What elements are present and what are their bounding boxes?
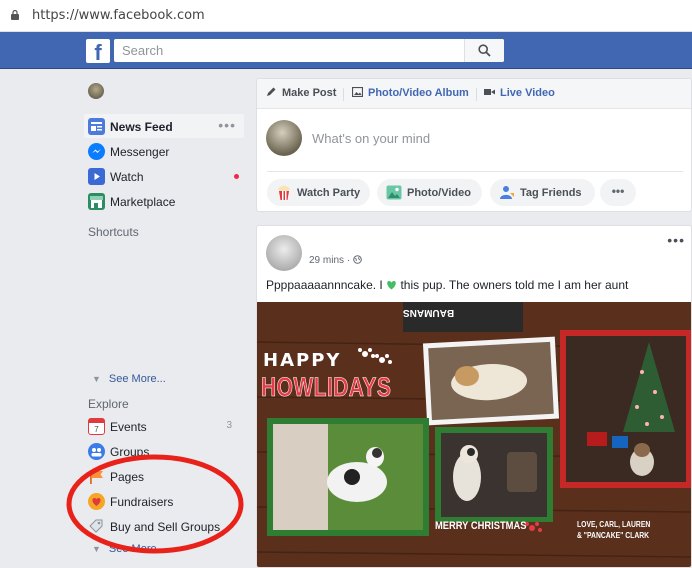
sidebar-item-label: Groups xyxy=(110,445,150,459)
sidebar-item-groups[interactable]: Groups xyxy=(84,439,244,463)
card-signature-line-1: LOVE, CARL, LAUREN xyxy=(577,520,651,529)
sidebar-item-marketplace[interactable]: Marketplace xyxy=(84,189,244,213)
sidebar-item-label: Pages xyxy=(110,470,145,484)
post-options-button[interactable]: ••• xyxy=(667,232,685,248)
see-more-label: See More... xyxy=(108,543,166,555)
composer-divider xyxy=(267,171,683,172)
sidebar-item-label: Marketplace xyxy=(110,195,176,209)
tab-live-video[interactable]: Live Video xyxy=(484,87,555,99)
see-more-link-explore[interactable]: ▼ See More... xyxy=(92,543,166,555)
messenger-icon xyxy=(88,143,105,160)
watch-party-button[interactable]: Watch Party xyxy=(267,179,370,206)
tag-icon xyxy=(88,518,105,535)
photo-icon xyxy=(386,185,402,200)
groups-icon xyxy=(88,443,105,460)
card-title-text: HOWLIDAYS xyxy=(261,372,392,403)
photo-video-label: Photo/Video xyxy=(407,187,471,199)
tab-divider xyxy=(476,88,477,101)
card-signature-line-2: & "PANCAKE" CLARK xyxy=(577,531,650,540)
sidebar-item-label: Messenger xyxy=(110,145,170,159)
album-icon xyxy=(352,87,363,97)
calendar-icon: 7 xyxy=(88,418,105,435)
green-heart-icon xyxy=(387,281,396,290)
status-input[interactable]: What's on your mind xyxy=(312,131,430,146)
lock-icon xyxy=(11,10,19,20)
news-feed-options-button[interactable]: ••• xyxy=(218,117,236,133)
post-text-part: Ppppaaaaannncake. I xyxy=(266,278,387,292)
search-input[interactable]: Search xyxy=(122,43,163,58)
post-composer: Make Post Photo/Video Album Live Video W… xyxy=(256,78,692,212)
post-timestamp[interactable]: 29 mins · xyxy=(309,255,362,266)
pencil-icon xyxy=(267,87,276,96)
globe-icon xyxy=(353,255,362,264)
chevron-down-icon: ▼ xyxy=(92,544,101,554)
sidebar-item-news-feed[interactable]: News Feed ••• xyxy=(84,114,244,138)
post-text-part: this pup. The owners told me I am her au… xyxy=(397,278,629,292)
tab-label: Photo/Video Album xyxy=(368,87,469,99)
marketplace-icon xyxy=(88,193,105,210)
post-author-avatar[interactable] xyxy=(266,235,302,271)
composer-more-button[interactable]: ••• xyxy=(600,179,636,206)
watch-party-label: Watch Party xyxy=(297,187,361,199)
tab-label: Live Video xyxy=(500,87,555,99)
composer-tabs: Make Post Photo/Video Album Live Video xyxy=(257,79,691,109)
photo-video-button[interactable]: Photo/Video xyxy=(377,179,482,206)
shortcuts-header: Shortcuts xyxy=(88,225,139,239)
sidebar-item-watch[interactable]: Watch xyxy=(84,164,244,188)
tab-label: Make Post xyxy=(282,87,337,99)
sidebar-item-label: Fundraisers xyxy=(110,495,174,509)
see-more-label: See More... xyxy=(108,373,166,385)
card-happy-text: HAPPY xyxy=(263,350,342,371)
sidebar-item-label: News Feed xyxy=(110,120,173,134)
sidebar-item-buy-and-sell-groups[interactable]: Buy and Sell Groups xyxy=(84,514,249,538)
post-time-label: 29 mins · xyxy=(309,255,353,266)
sidebar-item-messenger[interactable]: Messenger xyxy=(84,139,244,163)
url-text[interactable]: https://www.facebook.com xyxy=(32,8,205,23)
browser-url-bar[interactable]: https://www.facebook.com xyxy=(0,0,692,32)
sidebar-item-label: Buy and Sell Groups xyxy=(110,520,221,534)
feed-post: 29 mins · ••• Ppppaaaaannncake. I this p… xyxy=(256,225,692,568)
tab-divider xyxy=(343,88,344,101)
watch-icon xyxy=(88,168,105,185)
post-photo[interactable]: BAUMANS HAPPY HOWLIDAYS MERRY CHRISTMAS … xyxy=(257,302,691,567)
sidebar-item-fundraisers[interactable]: Fundraisers xyxy=(84,489,244,513)
sidebar-item-pages[interactable]: Pages xyxy=(84,464,244,488)
news-feed-icon xyxy=(88,118,105,135)
svg-text:7: 7 xyxy=(94,425,99,434)
tag-friends-button[interactable]: Tag Friends xyxy=(490,179,595,206)
post-text: Ppppaaaaannncake. I this pup. The owners… xyxy=(266,278,628,292)
see-more-link[interactable]: ▼ See More... xyxy=(92,373,166,385)
sidebar-item-label: Events xyxy=(110,420,147,434)
search-icon xyxy=(478,44,491,57)
popcorn-icon xyxy=(276,185,292,200)
tab-make-post[interactable]: Make Post xyxy=(266,87,336,99)
profile-avatar[interactable] xyxy=(88,83,104,99)
events-count: 3 xyxy=(226,420,232,431)
tab-photo-video-album[interactable]: Photo/Video Album xyxy=(352,87,469,99)
watch-notification-dot xyxy=(234,174,239,179)
tag-friends-label: Tag Friends xyxy=(520,187,582,199)
search-box[interactable]: Search xyxy=(114,39,504,62)
flag-icon xyxy=(88,468,105,485)
fundraiser-icon xyxy=(88,493,105,510)
live-video-icon xyxy=(484,89,495,95)
chevron-down-icon: ▼ xyxy=(92,374,101,384)
composer-avatar xyxy=(266,120,302,156)
sidebar-item-events[interactable]: 7 Events 3 xyxy=(84,414,244,438)
card-merry-christmas-text: MERRY CHRISTMAS xyxy=(435,520,527,532)
tag-friends-icon xyxy=(499,185,515,200)
explore-header: Explore xyxy=(88,397,129,411)
search-button[interactable] xyxy=(464,39,504,62)
left-sidebar: News Feed ••• Messenger Watch Marketplac… xyxy=(84,69,249,568)
card-banner-text: BAUMANS xyxy=(403,307,455,318)
sidebar-item-label: Watch xyxy=(110,170,144,184)
facebook-logo[interactable]: f xyxy=(86,39,110,65)
